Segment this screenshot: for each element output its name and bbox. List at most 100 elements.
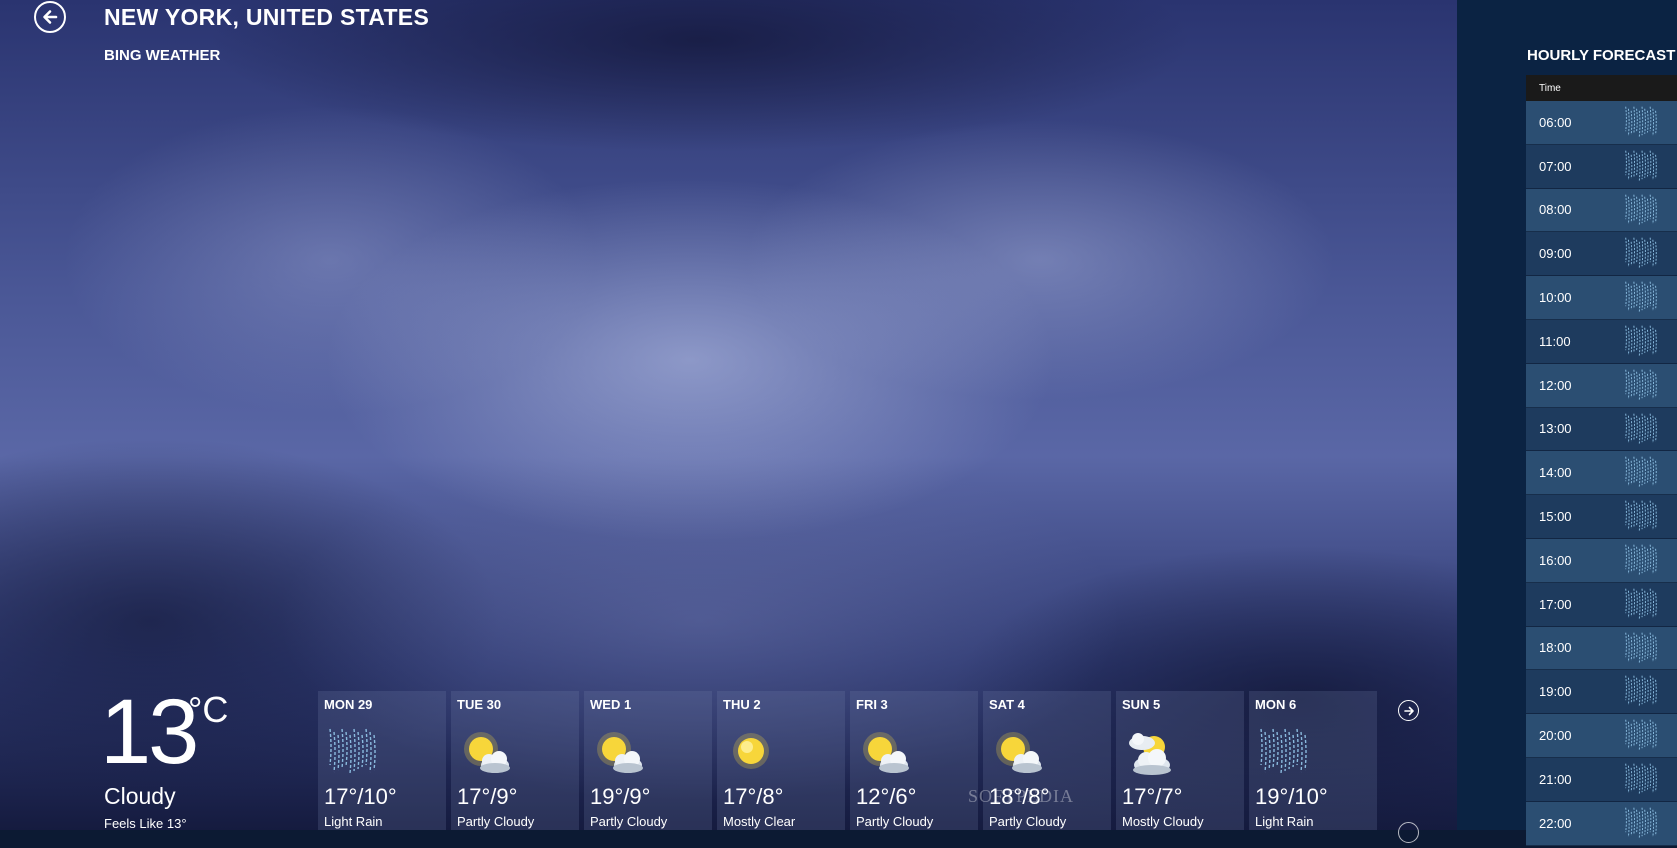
forecast-temps: 12°/6° [856, 784, 917, 809]
rain-icon [1621, 805, 1663, 843]
table-row[interactable]: 16:00 [1526, 538, 1677, 583]
forecast-day-name: FRI 3 [856, 697, 888, 712]
hour-time: 18:00 [1539, 640, 1572, 656]
forecast-day-name: SUN 5 [1122, 697, 1161, 712]
rain-icon [1255, 725, 1315, 781]
back-button[interactable] [34, 1, 66, 33]
forecast-condition: Partly Cloudy [590, 814, 668, 829]
table-row[interactable]: 12:00 [1526, 363, 1677, 408]
table-row[interactable]: 22:00 [1526, 801, 1677, 846]
table-row[interactable]: 17:00 [1526, 582, 1677, 627]
hour-time: 22:00 [1539, 815, 1572, 831]
watermark: SOFTPEDIA [968, 786, 1075, 806]
hour-time: 08:00 [1539, 202, 1572, 218]
forecast-condition: Partly Cloudy [989, 814, 1067, 829]
hour-time: 09:00 [1539, 246, 1572, 262]
rain-icon [1621, 367, 1663, 405]
location-title: NEW YORK, UNITED STATES [104, 4, 430, 30]
table-row[interactable]: 21:00 [1526, 757, 1677, 802]
forecast-day[interactable]: THU 2 17°/8° Mostly Clear [717, 691, 845, 830]
rain-icon [1621, 586, 1663, 624]
forecast-day-name: MON 6 [1255, 697, 1297, 712]
table-row[interactable]: 15:00 [1526, 495, 1677, 539]
forecast-temps: 17°/9° [457, 784, 518, 809]
hour-time: 13:00 [1539, 421, 1572, 437]
current-temperature: 13 [100, 681, 199, 783]
table-row[interactable]: 11:00 [1526, 319, 1677, 364]
forecast-day[interactable]: SUN 5 17°/7° Mostly Cloudy [1116, 691, 1244, 830]
hour-time: 10:00 [1539, 290, 1572, 306]
rain-icon [1621, 498, 1663, 536]
table-row[interactable]: 19:00 [1526, 670, 1677, 715]
table-row[interactable]: 20:00 [1526, 714, 1677, 758]
rain-icon [1621, 279, 1663, 317]
rain-icon [324, 725, 384, 781]
table-row[interactable]: 06:00 [1526, 101, 1677, 145]
forecast-condition: Partly Cloudy [856, 814, 934, 829]
rain-icon [1621, 542, 1663, 580]
hourly-forecast-table: Time 06:00 07:00 08:00 09:00 10:00 11:00… [1526, 75, 1677, 846]
time-column-header: Time [1539, 82, 1561, 94]
rain-icon [1621, 235, 1663, 273]
back-arrow-icon [43, 10, 58, 24]
partly-cloudy-icon [457, 725, 517, 781]
hour-time: 17:00 [1539, 596, 1572, 612]
forecast-condition: Mostly Cloudy [1122, 814, 1204, 829]
hour-time: 20:00 [1539, 728, 1572, 744]
rain-icon [1621, 630, 1663, 668]
next-days-button[interactable] [1398, 700, 1419, 721]
app-name: BING WEATHER [104, 47, 221, 64]
table-row[interactable]: 09:00 [1526, 232, 1677, 277]
daily-forecast: MON 29 17°/10° Light Rain TUE 30 17°/9° … [318, 691, 1382, 830]
forecast-day-name: MON 29 [324, 697, 373, 712]
forecast-day[interactable]: MON 29 17°/10° Light Rain [318, 691, 446, 830]
forecast-condition: Mostly Clear [723, 814, 796, 829]
forecast-day[interactable]: FRI 3 12°/6° Partly Cloudy [850, 691, 978, 830]
forecast-day[interactable]: TUE 30 17°/9° Partly Cloudy [451, 691, 579, 830]
table-row[interactable]: 08:00 [1526, 188, 1677, 233]
hour-time: 11:00 [1539, 333, 1571, 349]
forecast-day-name: THU 2 [723, 697, 761, 712]
table-row[interactable]: 10:00 [1526, 276, 1677, 320]
rain-icon [1621, 104, 1663, 142]
forecast-temps: 17°/7° [1122, 784, 1183, 809]
table-row[interactable]: 18:00 [1526, 626, 1677, 671]
scroll-button[interactable] [1398, 822, 1419, 843]
chevron-right-icon [1403, 706, 1414, 715]
hour-time: 21:00 [1539, 771, 1572, 787]
forecast-day-name: TUE 30 [457, 697, 502, 712]
partly-cloudy-icon [856, 725, 916, 781]
table-header: Time [1526, 75, 1677, 101]
rain-icon [1621, 454, 1663, 492]
partly-cloudy-icon [989, 725, 1049, 781]
table-row[interactable]: 14:00 [1526, 451, 1677, 496]
table-row[interactable]: 07:00 [1526, 144, 1677, 189]
forecast-day-name: WED 1 [590, 697, 632, 712]
hour-time: 14:00 [1539, 465, 1572, 481]
hour-time: 06:00 [1539, 114, 1572, 130]
temperature-unit: °C [188, 689, 229, 730]
forecast-day-name: SAT 4 [989, 697, 1025, 712]
table-row[interactable]: 13:00 [1526, 407, 1677, 452]
rain-icon [1621, 411, 1663, 449]
forecast-day[interactable]: WED 1 19°/9° Partly Cloudy [584, 691, 712, 830]
partly-cloudy-icon [590, 725, 650, 781]
rain-icon [1621, 761, 1663, 799]
forecast-condition: Partly Cloudy [457, 814, 535, 829]
forecast-temps: 17°/8° [723, 784, 784, 809]
feels-like: Feels Like 13° [104, 816, 187, 831]
forecast-day[interactable]: SAT 4 18°/8° Partly Cloudy [983, 691, 1111, 830]
rain-icon [1621, 148, 1663, 186]
hour-time: 07:00 [1539, 158, 1572, 174]
rain-icon [1621, 673, 1663, 711]
mostly-cloudy-icon [1122, 725, 1182, 781]
hour-time: 15:00 [1539, 509, 1572, 525]
forecast-condition: Light Rain [1255, 814, 1314, 829]
hourly-forecast-title: HOURLY FORECAST [1527, 47, 1676, 64]
forecast-temps: 19°/9° [590, 784, 651, 809]
hour-time: 16:00 [1539, 552, 1572, 568]
forecast-temps: 17°/10° [324, 784, 397, 809]
forecast-day[interactable]: MON 6 19°/10° Light Rain [1249, 691, 1377, 830]
rain-icon [1621, 717, 1663, 755]
forecast-temps: 19°/10° [1255, 784, 1328, 809]
